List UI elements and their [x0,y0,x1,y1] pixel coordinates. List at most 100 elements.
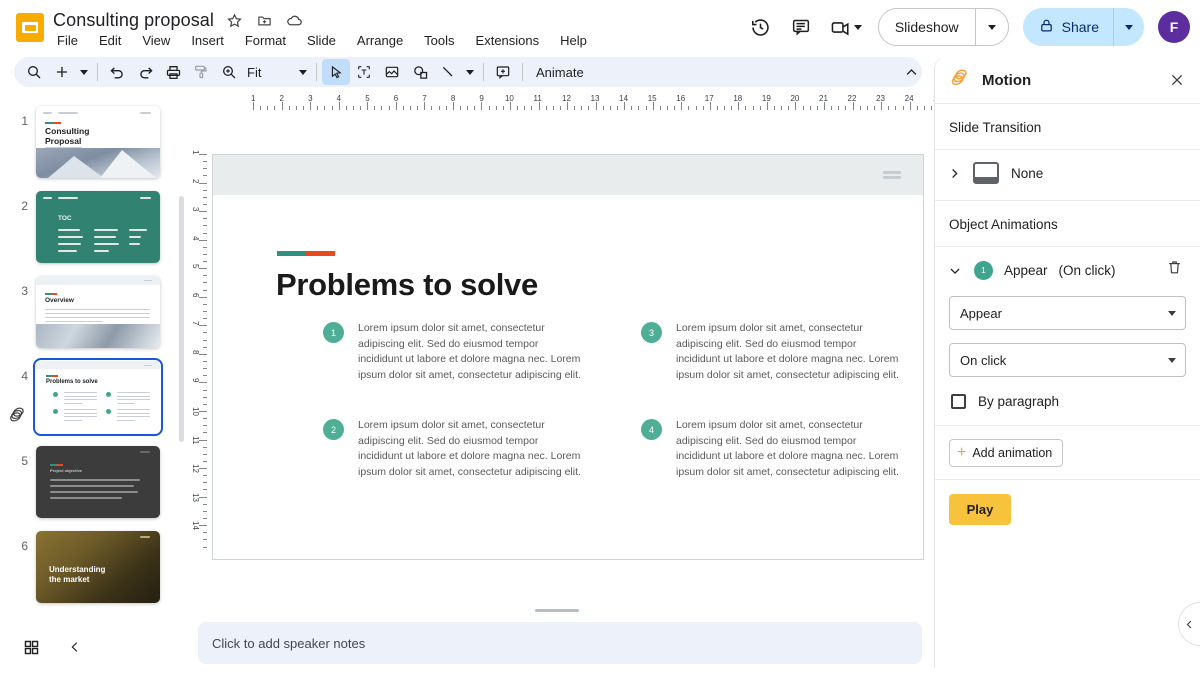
filmstrip-slide-6[interactable]: 6 Understanding the market [0,527,186,612]
play-button[interactable]: Play [949,494,1011,525]
menu-format[interactable]: Format [241,31,290,50]
slide-title[interactable]: Problems to solve [276,267,538,303]
filmstrip-slide-2[interactable]: 2 TOC [0,187,186,273]
slideshow-options-button[interactable] [976,9,1008,45]
filmstrip-scrollbar[interactable] [179,196,184,442]
shape-icon[interactable] [406,59,434,85]
ruler-subtick [688,106,690,110]
slide-editor[interactable]: Problems to solve 1 Lorem ipsum dolor si… [212,154,924,560]
cloud-saved-icon[interactable] [284,10,304,30]
animation-effect-select[interactable]: Appear [949,296,1186,330]
ruler-subtick [517,106,519,110]
document-title[interactable]: Consulting proposal [53,10,214,31]
animation-trigger-select[interactable]: On click [949,343,1186,377]
share-button[interactable]: Share [1023,8,1113,46]
bullet-number: 4 [641,419,662,441]
line-options-button[interactable] [462,59,478,85]
speaker-notes-field[interactable]: Click to add speaker notes [198,622,922,664]
ruler-label: 14 [619,94,629,103]
slide-thumbnail[interactable]: TOC [36,191,160,263]
chevron-down-icon[interactable] [853,24,862,30]
zoom-level-value[interactable]: Fit [243,65,295,80]
menu-arrange[interactable]: Arrange [353,31,407,50]
version-history-icon[interactable] [744,10,778,44]
print-icon[interactable] [159,59,187,85]
zoom-icon[interactable] [215,59,243,85]
filmstrip-slide-3[interactable]: 3 Overview [0,272,186,358]
menu-view[interactable]: View [138,31,174,50]
zoom-options-button[interactable] [295,59,311,85]
menu-insert[interactable]: Insert [187,31,228,50]
lock-icon [1039,18,1054,36]
meet-camera-button[interactable] [824,10,866,44]
slide-thumbnail[interactable]: Project objective [36,446,160,518]
add-slide-icon[interactable] [48,59,76,85]
filmstrip-slide-5[interactable]: 5 Project objective [0,442,186,528]
avatar[interactable]: F [1158,11,1190,43]
bullet-item[interactable]: 3 Lorem ipsum dolor sit amet, consectetu… [641,321,903,383]
ruler-label: 4 [336,94,342,103]
menu-help[interactable]: Help [556,31,591,50]
select-icon[interactable] [322,59,350,85]
redo-icon[interactable] [131,59,159,85]
move-to-folder-icon[interactable] [254,10,274,30]
thumb-title: Project objective [50,468,83,473]
add-slide-options-button[interactable] [76,59,92,85]
add-animation-button[interactable]: + Add animation [949,439,1064,467]
collapse-toolbar-icon[interactable] [897,57,925,87]
ruler-subtick [459,106,461,110]
filmstrip-slide-1[interactable]: 1 Consulting Proposal [0,102,186,188]
slideshow-button[interactable]: Slideshow [879,9,975,45]
slide-thumbnail[interactable]: Overview [36,276,160,348]
ruler-subtick [524,106,526,110]
comment-icon[interactable] [784,10,818,44]
bullet-text: Lorem ipsum dolor sit amet, consectetur … [676,322,899,381]
slide-thumbnail[interactable]: Understanding the market [36,531,160,603]
insert-comment-icon[interactable] [489,59,517,85]
menu-extensions[interactable]: Extensions [472,31,544,50]
vertical-ruler[interactable]: 1 2 3 4 5 6 7 8 9 10 11 12 13 14 [190,114,208,612]
slide-thumbnail-selected[interactable]: Problems to solve [33,358,163,436]
slide-thumbnail[interactable]: Consulting Proposal [36,106,160,178]
object-animations-label: Object Animations [949,217,1058,232]
horizontal-ruler[interactable]: 1234567891011121314151617181920212223242… [208,92,961,114]
menu-tools[interactable]: Tools [420,31,458,50]
search-icon[interactable] [20,59,48,85]
collapse-panel-icon[interactable] [1178,602,1200,646]
line-icon[interactable] [434,59,462,85]
text-box-icon[interactable] [350,59,378,85]
ruler-tick [595,102,597,110]
menu-slide[interactable]: Slide [303,31,340,50]
chevron-down-icon[interactable] [947,264,963,278]
ruler-subtick [781,106,783,110]
undo-icon[interactable] [103,59,131,85]
filmstrip-slide-4[interactable]: 4 Problems to solve [0,357,186,443]
ruler-label: 9 [479,94,484,103]
transition-row[interactable]: None [935,149,1200,200]
menu-file[interactable]: File [53,31,82,50]
ruler-subtick [859,106,861,110]
close-icon[interactable] [1166,69,1188,91]
slide-filmstrip[interactable]: 1 Consulting Proposal 2 TOC 3 Overview 4… [0,92,190,612]
animate-button[interactable]: Animate [528,65,592,80]
animation-item[interactable]: 1 Appear (On click) Appear On click By p… [935,246,1200,425]
trash-icon[interactable] [1166,259,1188,281]
notes-resize-handle[interactable] [535,609,579,612]
slide-header-placeholder[interactable] [213,155,923,195]
ruler-label: 11 [533,94,542,103]
collapse-filmstrip-icon[interactable] [56,628,94,666]
drag-handle-icon[interactable] [883,171,901,180]
menu-edit[interactable]: Edit [95,31,125,50]
paint-format-icon[interactable] [187,59,215,85]
bullet-item[interactable]: 2 Lorem ipsum dolor sit amet, consectetu… [323,418,585,480]
by-paragraph-checkbox[interactable] [951,394,966,409]
chevron-right-icon[interactable] [947,167,961,180]
bullet-item[interactable]: 1 Lorem ipsum dolor sit amet, consectetu… [323,321,585,383]
transition-value[interactable]: None [1011,166,1043,181]
bullet-item[interactable]: 4 Lorem ipsum dolor sit amet, consectetu… [641,418,903,480]
insert-image-icon[interactable] [378,59,406,85]
share-options-button[interactable] [1114,8,1144,46]
grid-view-icon[interactable] [12,628,50,666]
by-paragraph-row[interactable]: By paragraph [935,377,1200,425]
star-icon[interactable] [224,10,244,30]
